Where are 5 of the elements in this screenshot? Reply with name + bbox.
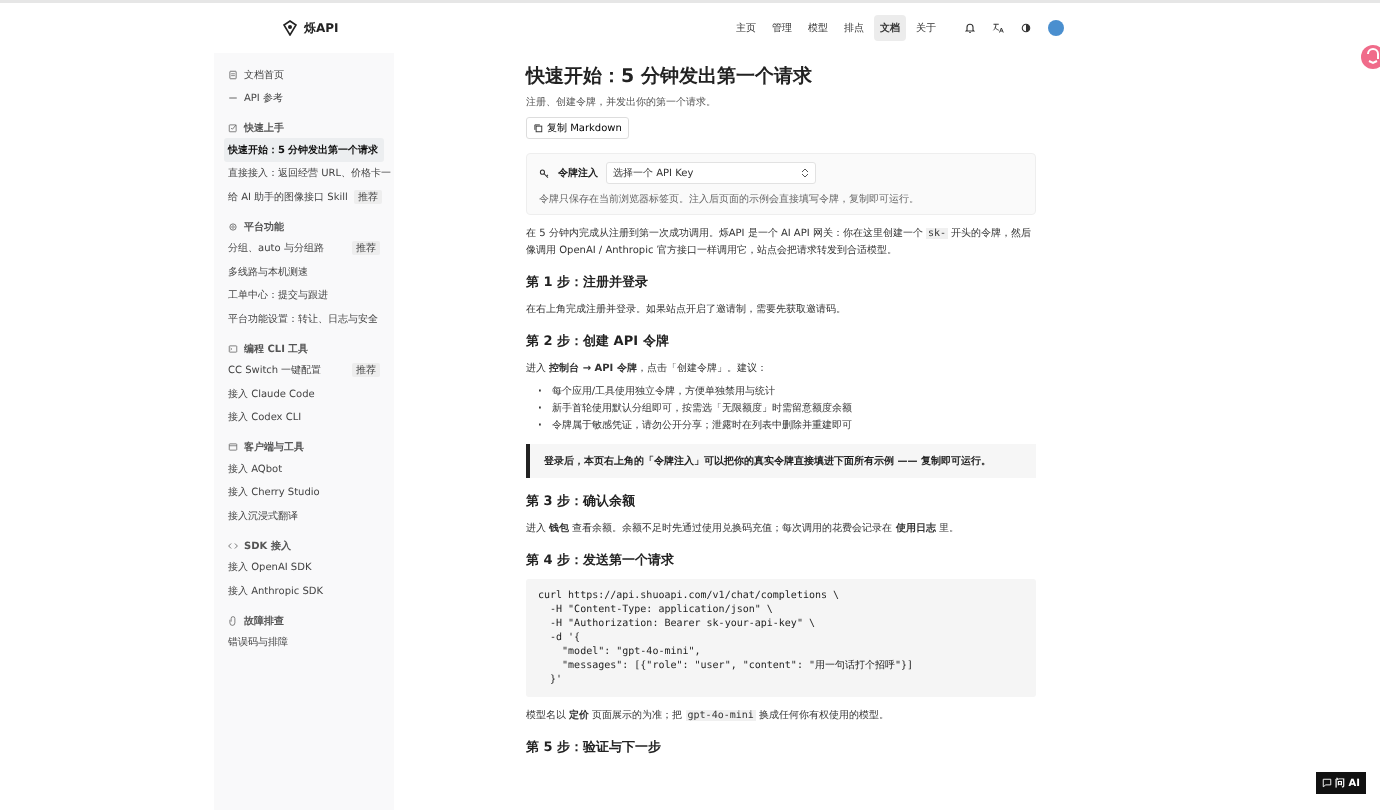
theme-icon[interactable] <box>1020 22 1032 34</box>
floating-badge-icon[interactable] <box>1360 44 1380 70</box>
logo-icon <box>282 20 298 36</box>
user-avatar[interactable] <box>1048 20 1064 36</box>
page-title: 快速开始：5 分钟发出第一个请求 <box>526 63 814 89</box>
